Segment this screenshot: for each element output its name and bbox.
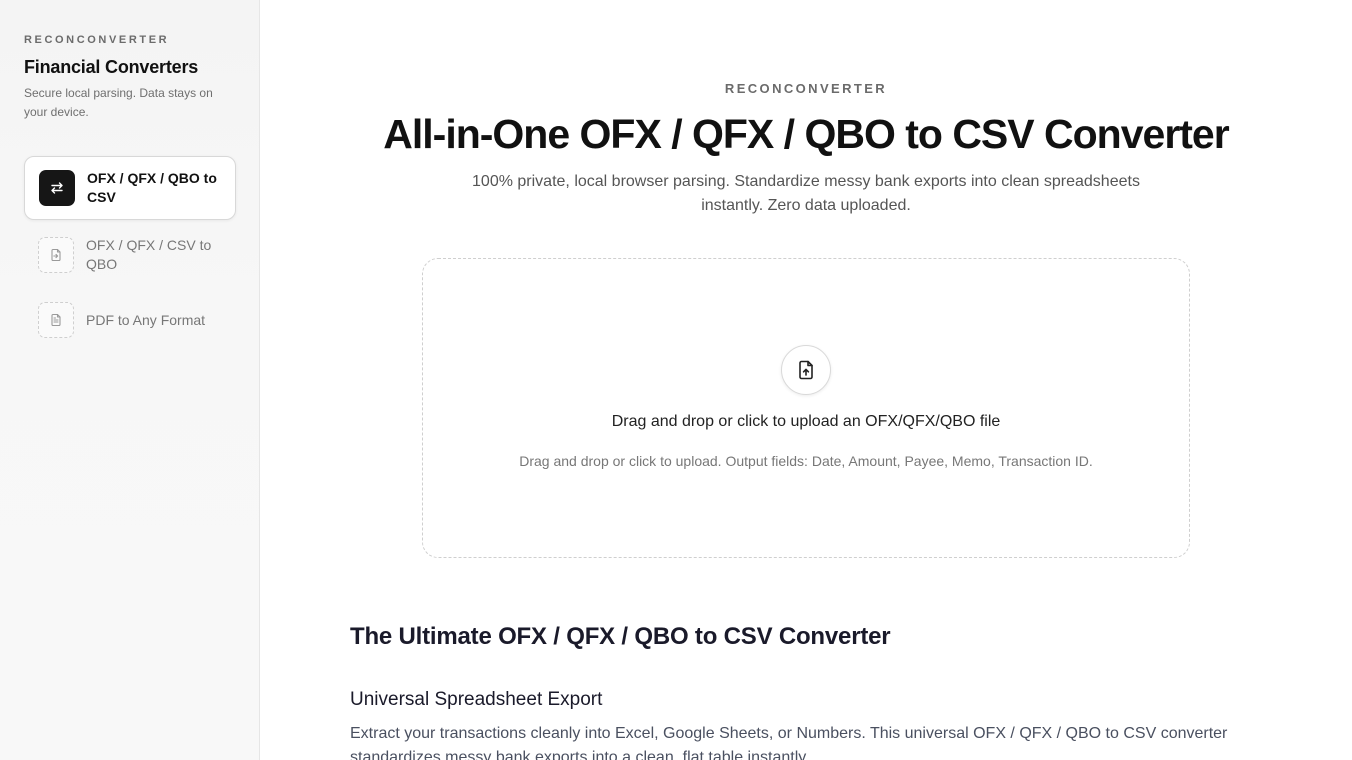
sidebar-brand: RECONCONVERTER	[24, 34, 170, 46]
section-heading: The Ultimate OFX / QFX / QBO to CSV Conv…	[350, 623, 891, 650]
sidebar-title: Financial Converters	[24, 57, 199, 77]
sidebar-item-label: OFX / QFX / QBO to CSV	[87, 170, 217, 205]
dropzone-hint: Drag and drop or click to upload. Output…	[519, 453, 1093, 469]
sidebar-item-ofx-to-csv[interactable]: OFX / QFX / QBO to CSV	[24, 156, 236, 220]
file-import-icon	[38, 237, 74, 273]
sidebar-item-pdf[interactable]: PDF to Any Format	[24, 288, 236, 352]
swap-arrows-icon	[39, 170, 75, 206]
sidebar-item-label: PDF to Any Format	[86, 311, 206, 328]
sidebar-item-to-qbo[interactable]: OFX / QFX / CSV to QBO	[24, 222, 236, 288]
main-content: RECONCONVERTER All-in-One OFX / QFX / QB…	[260, 0, 1352, 760]
section-subheading: Universal Spreadsheet Export	[350, 689, 603, 710]
page-eyebrow: RECONCONVERTER	[724, 81, 888, 96]
dropzone-title: Drag and drop or click to upload an OFX/…	[611, 413, 1001, 430]
page-subtitle: 100% private, local browser parsing. Sta…	[472, 173, 1140, 214]
section-paragraph: Extract your transactions cleanly into E…	[350, 725, 1228, 760]
sidebar-item-label: OFX / QFX / CSV to QBO	[86, 237, 212, 272]
file-dropzone[interactable]: Drag and drop or click to upload an OFX/…	[422, 258, 1190, 558]
file-upload-icon	[781, 345, 831, 395]
sidebar-subtitle: Secure local parsing. Data stays on your…	[24, 86, 213, 119]
file-text-icon	[38, 302, 74, 338]
page-title: All-in-One OFX / QFX / QBO to CSV Conver…	[383, 111, 1229, 157]
sidebar: RECONCONVERTER Financial Converters Secu…	[0, 0, 260, 760]
